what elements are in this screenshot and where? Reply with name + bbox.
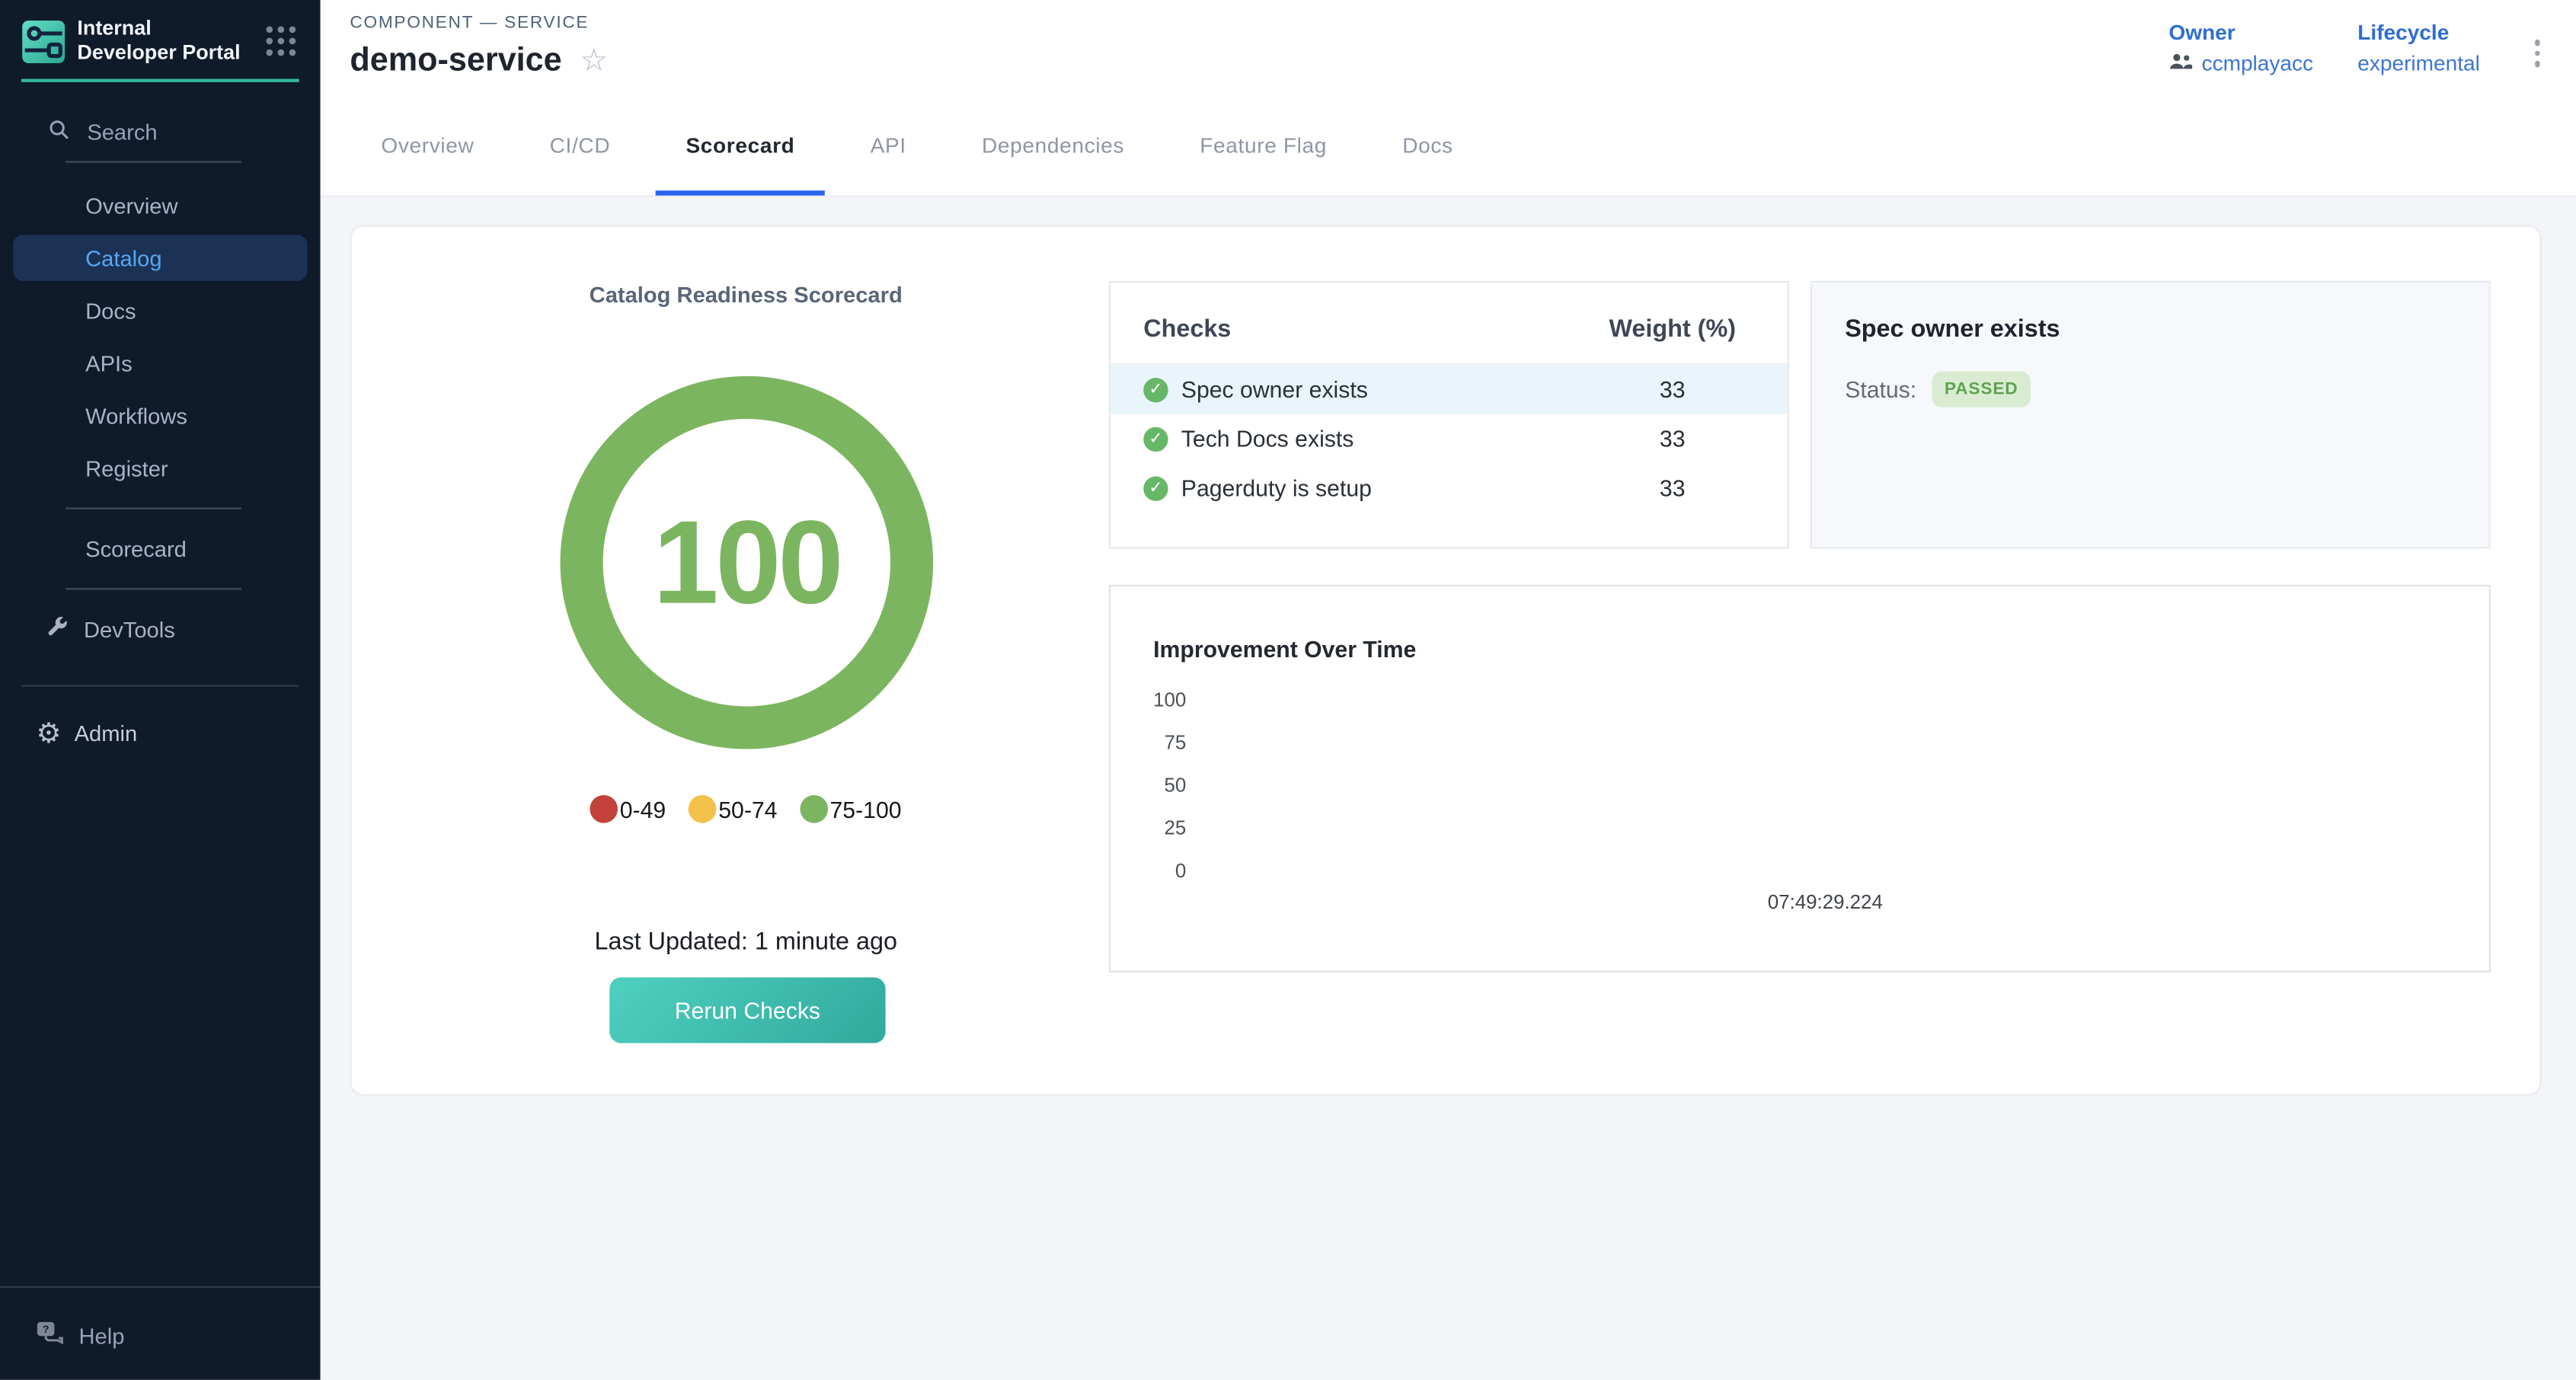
- sidebar-item-help[interactable]: ? Help: [0, 1315, 321, 1357]
- sidebar-spacer: [0, 759, 321, 1286]
- sidebar-item-overview[interactable]: Overview: [0, 179, 321, 232]
- divider: [66, 507, 241, 509]
- search-label: Search: [87, 119, 157, 143]
- help-section: ? Help: [0, 1286, 321, 1380]
- score-legend: 0-49 50-74 75-100: [352, 795, 1140, 823]
- y-axis-tick: 0: [1130, 861, 1186, 880]
- check-detail-panel: Spec owner exists Status: PASSED: [1811, 281, 2491, 549]
- tab-cicd[interactable]: CI/CD: [550, 95, 611, 196]
- y-axis-tick: 50: [1130, 775, 1186, 795]
- sidebar-item-register[interactable]: Register: [0, 442, 321, 494]
- owner-label[interactable]: Owner: [2169, 20, 2313, 44]
- sidebar-item-admin[interactable]: ⚙ Admin: [0, 706, 321, 759]
- score-value: 100: [653, 495, 840, 630]
- sidebar-search[interactable]: Search: [0, 108, 321, 154]
- divider: [21, 685, 299, 686]
- checks-table-header: Checks Weight (%): [1111, 283, 1788, 365]
- checks-table: Checks Weight (%) ✓ Spec owner exists 33…: [1109, 281, 1789, 549]
- owner-value[interactable]: ccmplayacc: [2169, 51, 2313, 75]
- scorecard-title: Catalog Readiness Scorecard: [352, 283, 1140, 307]
- brand: Internal Developer Portal: [21, 0, 299, 82]
- legend-green-dot: [801, 795, 829, 823]
- rerun-checks-button[interactable]: Rerun Checks: [609, 977, 885, 1043]
- last-updated-text: Last Updated: 1 minute ago: [352, 928, 1140, 957]
- check-passed-icon: ✓: [1143, 377, 1168, 401]
- improvement-chart: Improvement Over Time 100 75 50 25 0 07:…: [1109, 585, 2491, 973]
- score-gauge: 100: [561, 376, 934, 749]
- app: Internal Developer Portal Search Overvie…: [0, 0, 2576, 1380]
- checks-column-header: Checks: [1143, 315, 1231, 343]
- search-icon: [48, 117, 71, 145]
- check-detail-title: Spec owner exists: [1845, 315, 2456, 343]
- y-axis-tick: 75: [1130, 733, 1186, 752]
- tab-docs[interactable]: Docs: [1402, 95, 1453, 196]
- gear-icon: ⚙: [36, 719, 61, 747]
- lifecycle-value[interactable]: experimental: [2357, 51, 2480, 75]
- svg-text:?: ?: [43, 1322, 50, 1334]
- brand-title: Internal Developer Portal: [77, 16, 254, 66]
- apps-grid-icon[interactable]: [266, 27, 296, 56]
- kebab-menu-icon[interactable]: [2524, 33, 2549, 75]
- table-row[interactable]: ✓ Pagerduty is setup 33: [1111, 463, 1788, 513]
- legend-yellow-dot: [689, 795, 717, 823]
- tab-overview[interactable]: Overview: [381, 95, 474, 196]
- lifecycle-block: Lifecycle experimental: [2357, 20, 2480, 75]
- page-title: demo-service: [350, 43, 561, 81]
- x-axis-tick: 07:49:29.224: [1727, 892, 1924, 912]
- status-badge: PASSED: [1932, 371, 2031, 407]
- tab-scorecard[interactable]: Scorecard: [686, 95, 794, 196]
- y-axis-tick: 100: [1130, 690, 1186, 710]
- lifecycle-label[interactable]: Lifecycle: [2357, 20, 2480, 44]
- check-passed-icon: ✓: [1143, 475, 1168, 500]
- weight-column-header: Weight (%): [1574, 315, 1771, 343]
- sidebar-item-catalog[interactable]: Catalog: [13, 235, 307, 280]
- legend-item: 75-100: [801, 795, 902, 823]
- legend-item: 0-49: [590, 795, 666, 823]
- divider: [66, 161, 241, 162]
- sidebar-item-docs[interactable]: Docs: [0, 284, 321, 337]
- chart-title: Improvement Over Time: [1153, 636, 1416, 663]
- favorite-star-icon[interactable]: ☆: [580, 46, 608, 77]
- legend-item: 50-74: [689, 795, 777, 823]
- sidebar-item-devtools[interactable]: DevTools: [0, 603, 321, 656]
- owner-block: Owner ccmplayacc: [2169, 20, 2313, 75]
- status-label: Status:: [1845, 376, 1916, 403]
- tabbar: Overview CI/CD Scorecard API Dependencie…: [321, 95, 2576, 197]
- check-passed-icon: ✓: [1143, 426, 1168, 451]
- sidebar-item-workflows[interactable]: Workflows: [0, 389, 321, 442]
- sidebar-item-apis[interactable]: APIs: [0, 337, 321, 389]
- main: COMPONENT — SERVICE demo-service ☆ Owner: [321, 0, 2576, 1380]
- y-axis-tick: 25: [1130, 818, 1186, 838]
- tab-api[interactable]: API: [871, 95, 906, 196]
- sidebar-nav: Overview Catalog Docs APIs Workflows Reg…: [0, 179, 321, 656]
- sidebar: Internal Developer Portal Search Overvie…: [0, 0, 321, 1380]
- page-header: COMPONENT — SERVICE demo-service ☆ Owner: [321, 0, 2576, 95]
- group-icon: [2169, 51, 2193, 75]
- table-row[interactable]: ✓ Spec owner exists 33: [1111, 365, 1788, 414]
- table-row[interactable]: ✓ Tech Docs exists 33: [1111, 414, 1788, 464]
- help-chat-icon: ?: [36, 1320, 64, 1351]
- legend-red-dot: [590, 795, 618, 823]
- tab-feature-flag[interactable]: Feature Flag: [1200, 95, 1327, 196]
- wrench-icon: [44, 615, 69, 644]
- portal-logo-icon: [21, 19, 66, 63]
- sidebar-item-scorecard[interactable]: Scorecard: [0, 522, 321, 575]
- entity-kind-eyebrow: COMPONENT — SERVICE: [350, 13, 589, 33]
- scorecard-panel: Catalog Readiness Scorecard 100 0-49 50-…: [350, 225, 2541, 1095]
- divider: [66, 588, 241, 589]
- tab-dependencies[interactable]: Dependencies: [982, 95, 1124, 196]
- content: Catalog Readiness Scorecard 100 0-49 50-…: [321, 197, 2576, 1380]
